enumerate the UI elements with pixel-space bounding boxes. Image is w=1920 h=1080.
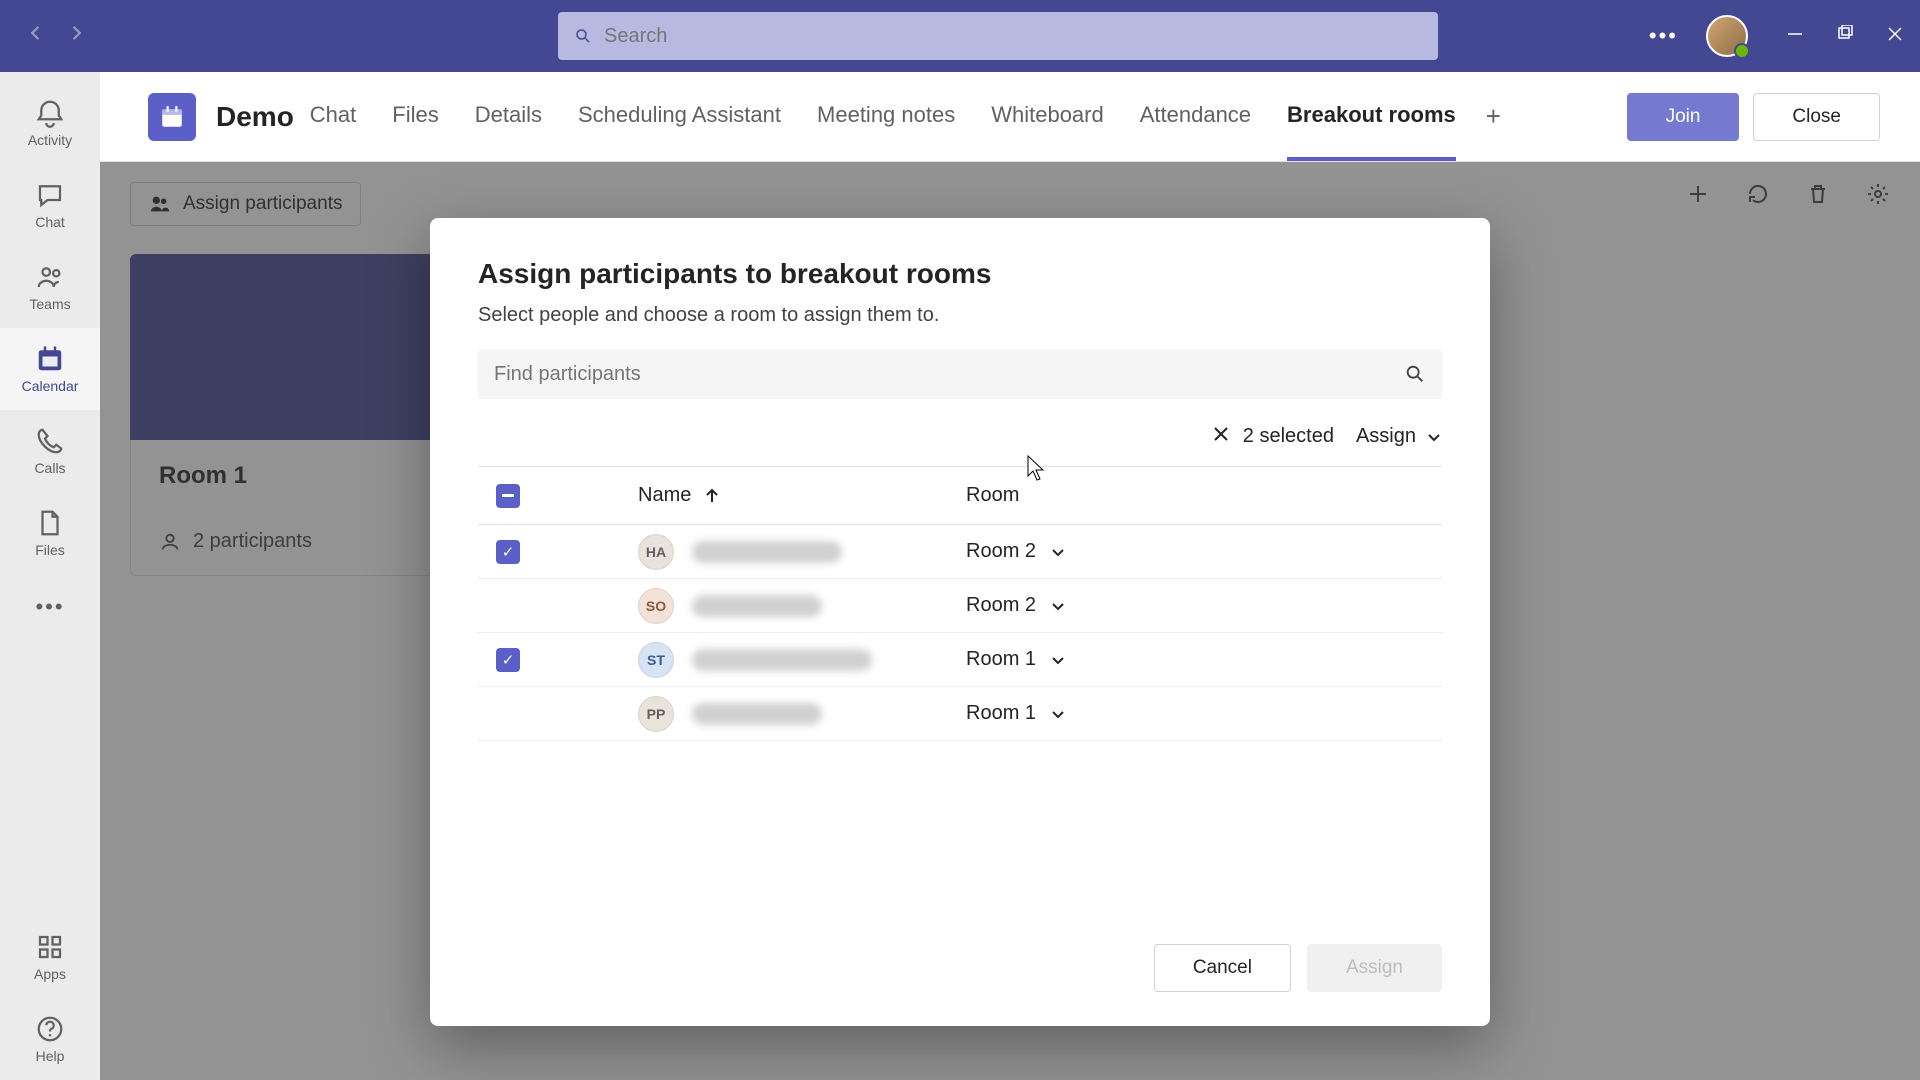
tab-files[interactable]: Files [392,73,438,161]
participant-room-select[interactable]: Room 2 [958,540,1442,563]
rail-label: Calendar [22,378,79,394]
rail-label: Activity [28,132,72,148]
meeting-title: Demo [216,101,294,133]
participant-avatar: ST [638,642,674,678]
participant-checkbox[interactable] [496,702,520,726]
find-participants-input[interactable] [494,363,1404,386]
activity-icon [35,98,65,128]
meeting-tabbar: Demo Chat Files Details Scheduling Assistan… [100,72,1920,162]
back-button[interactable] [24,22,46,50]
rail-label: Chat [35,214,65,230]
column-name[interactable]: Name [538,484,958,507]
rail-label: Calls [34,460,65,476]
participant-avatar: PP [638,696,674,732]
participant-row: PP Room 1 [478,687,1442,741]
participant-checkbox[interactable]: ✓ [496,648,520,672]
profile-avatar[interactable] [1706,15,1748,57]
tab-whiteboard[interactable]: Whiteboard [991,73,1104,161]
participant-avatar: SO [638,588,674,624]
rail-label: Files [35,542,65,558]
chevron-down-icon [1426,429,1442,445]
chevron-down-icon [1050,544,1066,560]
more-icon[interactable]: ••• [1649,23,1678,49]
tab-breakout-rooms[interactable]: Breakout rooms [1287,73,1456,161]
participant-checkbox[interactable] [496,594,520,618]
clear-selection-button[interactable] [1213,426,1229,447]
cancel-button[interactable]: Cancel [1154,944,1291,992]
assign-dropdown[interactable]: Assign [1356,425,1442,448]
modal-title: Assign participants to breakout rooms [478,258,1442,290]
join-button[interactable]: Join [1627,93,1740,141]
files-icon [35,508,65,538]
selected-count: 2 selected [1243,425,1334,448]
rail-label: Apps [34,966,66,982]
add-tab-button[interactable]: + [1486,101,1501,132]
titlebar: ••• [0,0,1920,72]
rail-files[interactable]: Files [0,492,100,574]
search-input[interactable] [604,25,1422,48]
participant-name [692,541,842,563]
select-all-checkbox[interactable] [496,484,520,508]
calls-icon [35,426,65,456]
rail-label: Teams [29,296,70,312]
rail-calendar[interactable]: Calendar [0,328,100,410]
calendar-icon [35,344,65,374]
search-icon [574,27,592,45]
assign-participants-modal: Assign participants to breakout rooms Se… [430,218,1490,1026]
rail-label: Help [36,1048,65,1064]
participant-avatar: HA [638,534,674,570]
chevron-down-icon [1050,598,1066,614]
maximize-button[interactable] [1836,25,1854,48]
assign-dropdown-label: Assign [1356,425,1416,448]
presence-available-icon [1734,43,1750,59]
find-participants-field[interactable] [478,349,1442,399]
table-header: Name Room [478,467,1442,525]
tab-details[interactable]: Details [475,73,542,161]
tab-attendance[interactable]: Attendance [1140,73,1251,161]
rail-more[interactable]: ••• [35,574,64,640]
assign-button[interactable]: Assign [1307,944,1442,992]
teams-icon [35,262,65,292]
participant-name [692,595,822,617]
forward-button[interactable] [66,22,88,50]
chevron-down-icon [1050,706,1066,722]
close-button[interactable]: Close [1753,93,1880,141]
modal-subtitle: Select people and choose a room to assig… [478,304,1442,327]
tab-meeting-notes[interactable]: Meeting notes [817,73,955,161]
rail-calls[interactable]: Calls [0,410,100,492]
participant-row: SO Room 2 [478,579,1442,633]
search-icon [1404,363,1426,385]
tab-chat[interactable]: Chat [310,73,356,161]
participant-checkbox[interactable]: ✓ [496,540,520,564]
participant-room-select[interactable]: Room 2 [958,594,1442,617]
column-room[interactable]: Room [958,484,1442,507]
rail-chat[interactable]: Chat [0,164,100,246]
apps-icon [35,932,65,962]
participant-room-select[interactable]: Room 1 [958,702,1442,725]
close-window-button[interactable] [1886,25,1904,48]
rail-apps[interactable]: Apps [0,916,100,998]
search-box[interactable] [558,12,1438,60]
chat-icon [35,180,65,210]
sort-asc-icon [703,487,721,505]
tab-scheduling-assistant[interactable]: Scheduling Assistant [578,73,781,161]
participant-name [692,703,822,725]
minimize-button[interactable] [1786,25,1804,48]
chevron-down-icon [1050,652,1066,668]
participant-row: ✓ ST Room 1 [478,633,1442,687]
participant-room-select[interactable]: Room 1 [958,648,1442,671]
participant-name [692,649,872,671]
rail-help[interactable]: Help [0,998,100,1080]
left-rail: Activity Chat Teams Calendar Calls Files ••• Ap… [0,72,100,1080]
help-icon [35,1014,65,1044]
rail-activity[interactable]: Activity [0,82,100,164]
rail-teams[interactable]: Teams [0,246,100,328]
calendar-app-icon [148,93,196,141]
participant-row: ✓ HA Room 2 [478,525,1442,579]
